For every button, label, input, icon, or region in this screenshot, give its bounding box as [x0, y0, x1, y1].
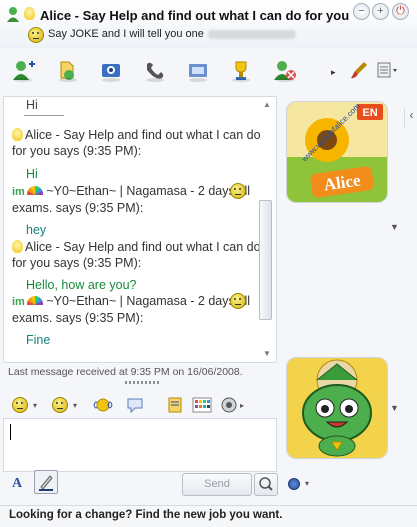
window-title: Alice - Say Help and find out what I can… — [40, 8, 350, 23]
my-avatar[interactable] — [286, 357, 388, 459]
pen-icon — [39, 475, 53, 491]
lightbulb-icon — [12, 240, 23, 253]
scrollbar-thumb[interactable] — [259, 200, 272, 320]
lightbulb-icon — [24, 7, 37, 21]
message-header: im ~Y0~Ethan~ | Nagamasa - 2 days till e… — [12, 184, 251, 215]
search-icon — [259, 477, 273, 491]
font-button[interactable]: A — [12, 476, 22, 492]
invite-contact-icon[interactable] — [10, 58, 36, 84]
contact-avatar[interactable]: EN www.worldofalice.com Alice — [286, 101, 388, 203]
more-toolbar-chevron-icon[interactable]: ▸ — [331, 67, 336, 78]
smiley-icon — [28, 27, 44, 43]
color-scheme-icon[interactable] — [192, 396, 212, 417]
im-logo: im — [12, 186, 25, 198]
emoticon-picker-icon[interactable] — [12, 397, 29, 414]
send-file-icon[interactable] — [55, 58, 81, 84]
message-input[interactable] — [3, 418, 277, 472]
voice-clip-icon[interactable] — [126, 396, 144, 417]
maximize-button[interactable]: + — [372, 3, 389, 20]
collapse-sidebar-chevron-icon[interactable]: ‹ — [404, 108, 417, 128]
message-text: Hello, how are you? — [26, 278, 137, 292]
keroro-display-picture — [287, 358, 387, 458]
search-button[interactable] — [254, 473, 278, 496]
ad-link[interactable]: Looking for a change? Find the new job y… — [9, 509, 282, 521]
message-header: Alice - Say Help and find out what I can… — [12, 240, 261, 270]
divider — [24, 115, 64, 116]
menu-icon[interactable] — [376, 60, 402, 83]
conversation-history[interactable]: Hi Alice - Say Help and find out what I … — [3, 96, 277, 363]
language-badge: EN — [362, 107, 377, 119]
wink-dropdown-icon[interactable]: ▾ — [73, 401, 77, 410]
send-button[interactable]: Send — [182, 473, 252, 496]
brush-icon[interactable] — [349, 60, 369, 83]
wink-picker-icon[interactable] — [52, 397, 69, 414]
alice-display-picture: EN www.worldofalice.com Alice — [287, 102, 387, 202]
sound-icon[interactable] — [220, 396, 238, 417]
contact-status-icon — [6, 6, 20, 25]
scroll-up-arrow-icon[interactable]: ▲ — [263, 100, 271, 109]
resize-grip[interactable] — [125, 381, 159, 384]
phone-call-icon[interactable] — [142, 58, 168, 84]
message-text: Fine — [26, 333, 51, 347]
lightbulb-icon — [12, 128, 23, 141]
my-avatar-options-arrow-icon[interactable]: ▼ — [390, 403, 399, 413]
rainbow-icon — [26, 296, 43, 305]
games-icon[interactable] — [228, 58, 254, 84]
nudge-icon[interactable] — [92, 396, 114, 417]
scroll-down-arrow-icon[interactable]: ▼ — [263, 349, 271, 358]
background-icon[interactable] — [166, 396, 184, 417]
avatar-options-arrow-icon[interactable]: ▼ — [390, 222, 399, 232]
contact-personal-message: Say JOKE and I will tell you one — [48, 28, 296, 40]
blurred-email — [207, 29, 296, 39]
message-header: im ~Y0~Ethan~ | Nagamasa - 2 days till e… — [12, 294, 251, 325]
text-caret — [10, 424, 11, 440]
sick-emoticon-icon — [230, 183, 246, 199]
message-text: Hi — [26, 167, 38, 181]
partial-message: Hi — [26, 98, 38, 112]
font-color-button[interactable] — [34, 470, 58, 494]
emoticon-dropdown-icon[interactable]: ▾ — [33, 401, 37, 410]
message-header: Alice - Say Help and find out what I can… — [12, 128, 261, 158]
close-button[interactable]: ⏻ — [392, 3, 409, 20]
activities-icon[interactable] — [185, 58, 211, 84]
im-logo: im — [12, 296, 25, 308]
webcam-icon[interactable] — [288, 478, 300, 490]
more-emoticons-chevron-icon[interactable]: ▸ — [240, 401, 244, 410]
webcam-dropdown-icon[interactable]: ▾ — [305, 479, 309, 488]
video-call-icon[interactable] — [98, 58, 124, 84]
minimize-button[interactable]: − — [353, 3, 370, 20]
rainbow-icon — [26, 186, 43, 195]
last-message-status: Last message received at 9:35 PM on 16/0… — [8, 366, 243, 378]
sick-emoticon-icon — [230, 293, 246, 309]
block-contact-icon[interactable] — [272, 58, 298, 84]
message-text: hey — [26, 223, 47, 237]
